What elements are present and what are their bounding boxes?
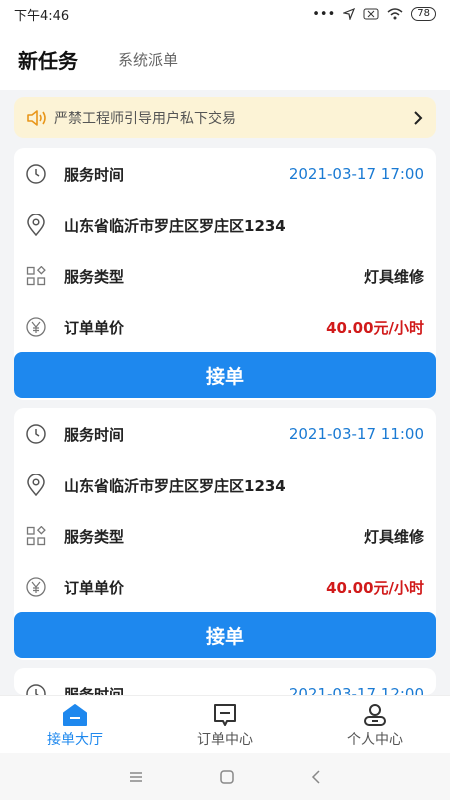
- price-row: 订单单价 40.00元/小时: [14, 562, 436, 612]
- order-card: 服务时间 2021-03-17 11:00 山东省临沂市罗庄区罗庄区1234 服…: [14, 408, 436, 660]
- wifi-icon: [387, 8, 403, 20]
- service-time-value: 2021-03-17 17:00: [288, 165, 424, 183]
- notice-banner[interactable]: 严禁工程师引导用户私下交易: [14, 97, 436, 138]
- service-time-label: 服务时间: [64, 685, 125, 696]
- nav-profile-label: 个人中心: [347, 731, 403, 748]
- yuan-icon: [24, 315, 48, 339]
- service-type-row: 服务类型 灯具维修: [14, 251, 436, 301]
- price-label: 订单单价: [64, 578, 125, 597]
- tab-system-dispatch[interactable]: 系统派单: [118, 49, 178, 70]
- category-icon: [24, 264, 48, 288]
- nav-order-center[interactable]: 订单中心: [170, 701, 280, 749]
- service-type-value: 灯具维修: [363, 527, 424, 546]
- service-time-row: 服务时间 2021-03-17 17:00: [14, 149, 436, 199]
- speaker-icon: [27, 109, 46, 126]
- person-icon: [362, 701, 388, 729]
- service-type-row: 服务类型 灯具维修: [14, 511, 436, 561]
- notice-text: 严禁工程师引导用户私下交易: [54, 110, 236, 127]
- battery-indicator: 78: [411, 7, 436, 21]
- clock-icon: [24, 162, 48, 186]
- clock-icon: [24, 422, 48, 446]
- header-tabs: 新任务 系统派单: [0, 28, 450, 90]
- yuan-icon: [24, 575, 48, 599]
- service-type-value: 灯具维修: [363, 267, 424, 286]
- accept-order-button[interactable]: 接单: [14, 612, 436, 658]
- service-type-label: 服务类型: [64, 527, 125, 546]
- category-icon: [24, 524, 48, 548]
- price-value: 40.00元/小时: [326, 318, 424, 337]
- service-time-row: 服务时间 2021-03-17 11:00: [14, 409, 436, 459]
- back-icon[interactable]: [310, 769, 322, 785]
- nav-order-center-label: 订单中心: [197, 731, 253, 748]
- address-text: 山东省临沂市罗庄区罗庄区1234: [64, 476, 286, 495]
- nav-order-hall[interactable]: 接单大厅: [20, 701, 130, 749]
- price-value: 40.00元/小时: [326, 578, 424, 597]
- more-dots-icon: •••: [312, 6, 336, 22]
- service-time-value: 2021-03-17 12:00: [288, 685, 424, 695]
- home-icon: [62, 701, 88, 729]
- price-label: 订单单价: [64, 318, 125, 337]
- order-card: 服务时间 2021-03-17 12:00: [14, 668, 436, 695]
- accept-order-button[interactable]: 接单: [14, 352, 436, 398]
- address-row: 山东省临沂市罗庄区罗庄区1234: [14, 200, 436, 250]
- location-icon: [24, 473, 48, 497]
- home-square-icon[interactable]: [219, 769, 235, 785]
- clock-icon: [24, 682, 48, 695]
- status-bar: 下午4:46 ••• 78: [0, 0, 450, 28]
- chevron-right-icon: [414, 110, 423, 125]
- sim-off-icon: [363, 8, 379, 20]
- nav-profile[interactable]: 个人中心: [320, 701, 430, 749]
- tab-new-task[interactable]: 新任务: [18, 45, 78, 74]
- service-time-label: 服务时间: [64, 425, 125, 444]
- nav-order-hall-label: 接单大厅: [47, 731, 103, 748]
- status-time: 下午4:46: [14, 8, 70, 24]
- status-icons: ••• 78: [312, 7, 436, 22]
- price-row: 订单单价 40.00元/小时: [14, 302, 436, 352]
- order-icon: [212, 701, 238, 729]
- bottom-nav: 接单大厅 订单中心 个人中心: [0, 695, 450, 753]
- address-text: 山东省临沂市罗庄区罗庄区1234: [64, 216, 286, 235]
- order-card: 服务时间 2021-03-17 17:00 山东省临沂市罗庄区罗庄区1234 服…: [14, 148, 436, 400]
- menu-icon[interactable]: [128, 771, 144, 783]
- location-icon: [24, 213, 48, 237]
- address-row: 山东省临沂市罗庄区罗庄区1234: [14, 460, 436, 510]
- service-time-row: 服务时间 2021-03-17 12:00: [14, 669, 436, 695]
- service-time-value: 2021-03-17 11:00: [288, 425, 424, 443]
- location-arrow-icon: [343, 8, 356, 20]
- system-nav-bar: [0, 753, 450, 800]
- service-time-label: 服务时间: [64, 165, 125, 184]
- service-type-label: 服务类型: [64, 267, 125, 286]
